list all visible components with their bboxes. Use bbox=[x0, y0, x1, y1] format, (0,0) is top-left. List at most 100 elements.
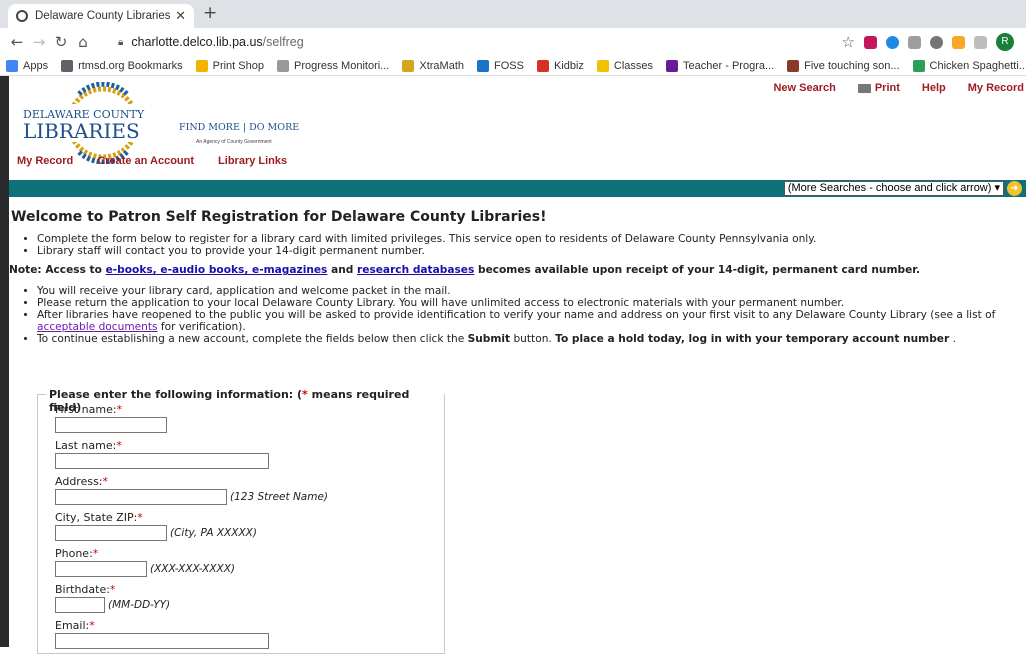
intro-list: Complete the form below to register for … bbox=[37, 233, 1026, 257]
print-label: Print bbox=[874, 82, 900, 94]
legend-text: Please enter the following information: … bbox=[49, 388, 303, 401]
browser-tab[interactable]: Delaware County Libraries / All ✕ bbox=[8, 4, 194, 28]
bookmark-label: FOSS bbox=[494, 59, 524, 72]
bookmark-favicon-icon bbox=[402, 59, 415, 72]
bookmarks-bar: Apps rtmsd.org Bookmarks Print Shop Progres… bbox=[0, 56, 1026, 76]
first-name-input[interactable] bbox=[55, 417, 167, 433]
birthdate-label: Birthdate: bbox=[55, 583, 110, 596]
city-group: City, State ZIP:* (City, PA XXXXX) bbox=[55, 511, 257, 541]
bookmark-label: XtraMath bbox=[419, 59, 464, 72]
birthdate-input[interactable] bbox=[55, 597, 105, 613]
site-header: DELAWARE COUNTY LIBRARIES FIND MORE | DO… bbox=[9, 76, 1026, 180]
required-star: * bbox=[89, 619, 95, 632]
extension-icon[interactable] bbox=[908, 35, 921, 49]
extension-icon[interactable] bbox=[930, 35, 943, 49]
last-name-input[interactable] bbox=[55, 453, 269, 469]
databases-link[interactable]: research databases bbox=[357, 264, 474, 276]
address-bar[interactable]: 🔒︎ charlotte.delco.lib.pa.us/selfreg bbox=[118, 31, 842, 53]
bookmark-item[interactable]: XtraMath bbox=[402, 59, 464, 72]
extension-icon[interactable] bbox=[952, 35, 965, 49]
address-label: Address: bbox=[55, 475, 103, 488]
more-searches-select[interactable]: (More Searches - choose and click arrow)… bbox=[783, 181, 1004, 196]
logo-line2: LIBRARIES bbox=[23, 119, 140, 143]
bookmark-favicon-icon bbox=[477, 59, 489, 72]
library-logo: DELAWARE COUNTY LIBRARIES FIND MORE | DO… bbox=[21, 82, 299, 164]
reload-icon[interactable]: ↻ bbox=[50, 33, 72, 51]
new-search-link[interactable]: New Search bbox=[773, 82, 835, 94]
bookmark-label: Kidbiz bbox=[553, 59, 584, 72]
sub-nav: My Record Create an Account Library Link… bbox=[17, 155, 287, 167]
print-link[interactable]: Print bbox=[857, 82, 900, 94]
extension-icon[interactable] bbox=[886, 35, 899, 49]
acceptable-documents-link[interactable]: acceptable documents bbox=[37, 321, 158, 333]
info-list: You will receive your library card, appl… bbox=[37, 285, 1026, 346]
phone-label: Phone: bbox=[55, 547, 93, 560]
bookmark-label: Classes bbox=[613, 59, 654, 72]
my-record-link[interactable]: My Record bbox=[968, 82, 1024, 94]
logo-sub: An Agency of County Government bbox=[196, 139, 272, 145]
list-item: You will receive your library card, appl… bbox=[37, 285, 1026, 297]
birthdate-group: Birthdate:* (MM-DD-YY) bbox=[55, 583, 170, 613]
create-account-nav[interactable]: Create an Account bbox=[97, 155, 194, 167]
forward-icon[interactable]: → bbox=[28, 33, 50, 51]
bookmark-item[interactable]: Five touching son... bbox=[787, 59, 900, 72]
globe-icon bbox=[16, 10, 28, 22]
required-star: * bbox=[116, 403, 123, 416]
my-record-nav[interactable]: My Record bbox=[17, 155, 73, 167]
top-links: New Search Print Help My Record bbox=[773, 82, 1024, 94]
extension-icon[interactable] bbox=[864, 35, 877, 49]
bookmark-favicon-icon bbox=[276, 59, 289, 72]
star-icon[interactable]: ☆ bbox=[842, 33, 855, 51]
list-text: To continue establishing a new account, … bbox=[37, 333, 468, 346]
apps-bookmark[interactable]: Apps bbox=[6, 59, 48, 72]
close-icon[interactable]: ✕ bbox=[175, 9, 186, 24]
profile-avatar[interactable]: R bbox=[996, 33, 1014, 51]
ebooks-link[interactable]: e-books, e-audio books, e-magazines bbox=[106, 264, 328, 276]
phone-group: Phone:* (XXX-XXX-XXXX) bbox=[55, 547, 235, 577]
help-link[interactable]: Help bbox=[922, 82, 946, 94]
new-tab-icon[interactable]: + bbox=[203, 3, 217, 23]
bookmark-item[interactable]: FOSS bbox=[477, 59, 524, 72]
list-text: . bbox=[949, 333, 956, 346]
bookmark-item[interactable]: Chicken Spaghetti... bbox=[912, 59, 1026, 72]
required-star: * bbox=[137, 511, 143, 524]
printer-icon bbox=[857, 83, 871, 93]
email-group: Email:* bbox=[55, 619, 269, 649]
city-hint: (City, PA XXXXX) bbox=[170, 526, 257, 539]
main-content: Welcome to Patron Self Registration for … bbox=[9, 197, 1026, 345]
list-item: To continue establishing a new account, … bbox=[37, 333, 1026, 345]
url-host: charlotte.delco.lib.pa.us bbox=[131, 35, 263, 49]
access-note: Note: Access to e-books, e-audio books, … bbox=[9, 264, 1026, 276]
logo-tagline: FIND MORE | DO MORE bbox=[179, 122, 299, 133]
city-input[interactable] bbox=[55, 525, 167, 541]
bookmark-item[interactable]: Teacher - Progra... bbox=[666, 59, 775, 72]
note-text: becomes available upon receipt of your 1… bbox=[474, 264, 921, 277]
hold-note: To place a hold today, log in with your … bbox=[555, 333, 950, 346]
bookmark-label: Chicken Spaghetti... bbox=[929, 59, 1026, 72]
last-name-label: Last name: bbox=[55, 439, 117, 452]
first-name-group: First name:* bbox=[55, 403, 167, 433]
bookmark-item[interactable]: Classes bbox=[596, 59, 654, 72]
bookmark-item[interactable]: Progress Monitori... bbox=[276, 59, 390, 72]
form-fieldset: Please enter the following information: … bbox=[37, 388, 445, 654]
address-input[interactable] bbox=[55, 489, 227, 505]
first-name-label: First name: bbox=[55, 403, 117, 416]
web-page: DELAWARE COUNTY LIBRARIES FIND MORE | DO… bbox=[0, 76, 1026, 654]
extension-icon[interactable] bbox=[974, 35, 987, 49]
bookmark-label: Five touching son... bbox=[804, 59, 900, 72]
bookmark-label: Teacher - Progra... bbox=[683, 59, 775, 72]
bookmark-item[interactable]: rtmsd.org Bookmarks bbox=[61, 59, 183, 72]
library-links-nav[interactable]: Library Links bbox=[218, 155, 287, 167]
list-item: Please return the application to your lo… bbox=[37, 297, 1026, 309]
back-icon[interactable]: ← bbox=[6, 33, 28, 51]
email-label: Email: bbox=[55, 619, 90, 632]
bookmark-item[interactable]: Print Shop bbox=[195, 59, 264, 72]
home-icon[interactable]: ⌂ bbox=[72, 33, 94, 51]
address-group: Address:* (123 Street Name) bbox=[55, 475, 328, 505]
last-name-group: Last name:* bbox=[55, 439, 269, 469]
city-label: City, State ZIP: bbox=[55, 511, 138, 524]
phone-input[interactable] bbox=[55, 561, 147, 577]
bookmark-item[interactable]: Kidbiz bbox=[536, 59, 584, 72]
go-arrow-icon[interactable]: ➜ bbox=[1007, 181, 1022, 196]
bookmark-label: Progress Monitori... bbox=[293, 59, 390, 72]
